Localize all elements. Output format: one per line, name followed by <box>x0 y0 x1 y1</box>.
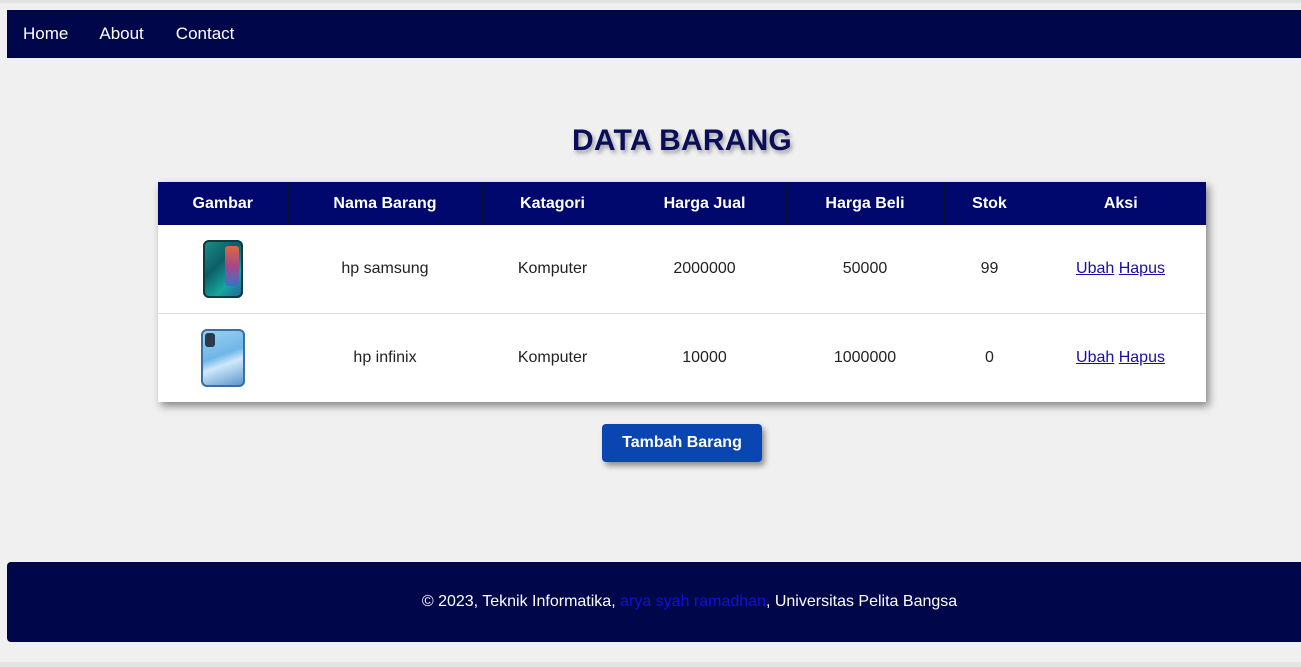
navbar: Home About Contact <box>7 10 1301 58</box>
cell-aksi: Ubah Hapus <box>1035 314 1206 403</box>
cell-kategori: Komputer <box>482 225 623 314</box>
page-title: DATA BARANG <box>572 124 792 157</box>
nav-link-contact[interactable]: Contact <box>176 24 235 44</box>
column-header-harga-jual: Harga Jual <box>623 182 787 225</box>
cell-gambar <box>158 225 288 314</box>
cell-gambar <box>158 314 288 403</box>
cell-stok: 0 <box>985 349 994 366</box>
nav-link-about[interactable]: About <box>99 24 143 44</box>
cell-nama-barang: hp infinix <box>353 349 417 366</box>
footer-suffix: , Universitas Pelita Bangsa <box>765 593 958 610</box>
table-header-row: Gambar Nama Barang Katagori Harga Jual H… <box>158 182 1206 225</box>
footer-text: © 2023, Teknik Informatika, arya syah ra… <box>422 593 957 611</box>
column-header-nama-barang: Nama Barang <box>288 182 483 225</box>
data-table-container: Gambar Nama Barang Katagori Harga Jual H… <box>158 182 1206 402</box>
table-row: hp samsung Komputer 2000000 50000 99 Uba… <box>158 225 1206 314</box>
edit-link[interactable]: Ubah <box>1076 260 1114 277</box>
nav-link-home[interactable]: Home <box>23 24 68 44</box>
table-row: hp infinix Komputer 10000 1000000 0 Ubah… <box>158 314 1206 403</box>
cell-stok: 99 <box>944 225 1035 314</box>
column-header-stok: Stok <box>944 182 1036 225</box>
cell-harga-beli: 50000 <box>786 225 944 314</box>
footer: © 2023, Teknik Informatika, arya syah ra… <box>7 562 1301 642</box>
cell-nama-barang: hp samsung <box>288 225 482 314</box>
delete-link[interactable]: Hapus <box>1119 260 1165 277</box>
column-header-katagori: Katagori <box>482 182 624 225</box>
cell-harga-beli: 1000000 <box>833 349 897 366</box>
column-header-gambar: Gambar <box>158 182 289 225</box>
bottom-border <box>0 662 1301 667</box>
edit-link[interactable]: Ubah <box>1076 349 1114 366</box>
cell-kategori: Komputer <box>517 349 588 366</box>
add-item-button[interactable]: Tambah Barang <box>602 424 762 462</box>
column-header-harga-beli: Harga Beli <box>786 182 945 225</box>
cell-aksi: Ubah Hapus <box>1035 225 1206 314</box>
footer-author-link[interactable]: arya syah ramadhan <box>620 593 766 610</box>
cell-harga-jual: 2000000 <box>623 225 786 314</box>
samsung-phone-image <box>203 240 243 298</box>
column-header-aksi: Aksi <box>1035 182 1206 225</box>
top-border <box>0 0 1301 3</box>
infinix-phone-image <box>201 329 245 387</box>
cell-harga-jual: 10000 <box>682 349 727 366</box>
delete-link[interactable]: Hapus <box>1119 349 1165 366</box>
footer-prefix: © 2023, Teknik Informatika, <box>421 593 621 610</box>
data-table: Gambar Nama Barang Katagori Harga Jual H… <box>158 182 1206 402</box>
